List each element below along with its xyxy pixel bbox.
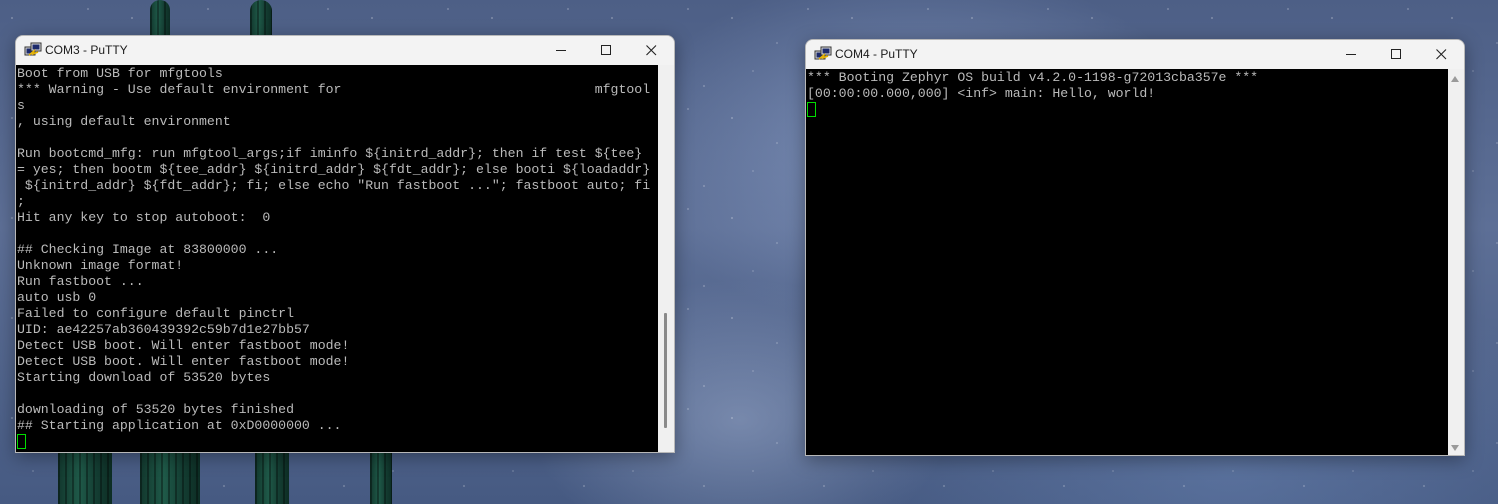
terminal-line: ${initrd_addr} ${fdt_addr}; fi; else ech…: [17, 178, 651, 193]
terminal-line: UID: ae42257ab360439392c59b7d1e27bb57: [17, 322, 310, 337]
terminal-area[interactable]: Boot from USB for mfgtools *** Warning - …: [16, 65, 658, 452]
wallpaper-cactus: [250, 0, 272, 40]
terminal-line: Run fastboot ...: [17, 274, 144, 289]
terminal-line: Detect USB boot. Will enter fastboot mod…: [17, 338, 350, 353]
terminal-line: [00:00:00.000,000] <inf> main: Hello, wo…: [807, 86, 1156, 101]
text-cursor: [807, 102, 816, 117]
terminal-line: Boot from USB for mfgtools: [17, 66, 223, 81]
terminal-line: auto usb 0: [17, 290, 97, 305]
putty-icon: [24, 42, 42, 58]
terminal-line: ## Starting application at 0xD0000000 ..…: [17, 418, 342, 433]
close-button[interactable]: [629, 36, 674, 65]
maximize-icon: [601, 45, 611, 55]
minimize-button[interactable]: [539, 36, 584, 65]
terminal-area[interactable]: *** Booting Zephyr OS build v4.2.0-1198-…: [806, 69, 1448, 455]
wallpaper-cactus: [150, 0, 170, 40]
terminal-cursor-line: [807, 102, 1258, 118]
close-icon: [1436, 49, 1447, 60]
terminal-line: Starting download of 53520 bytes: [17, 370, 271, 385]
minimize-icon: [1346, 54, 1356, 55]
title-bar[interactable]: COM4 - PuTTY: [806, 40, 1464, 69]
minimize-icon: [556, 50, 566, 51]
close-icon: [646, 45, 657, 56]
window-title: COM3 - PuTTY: [45, 43, 128, 57]
terminal-line: Unknown image format!: [17, 258, 184, 273]
putty-window-com3[interactable]: COM3 - PuTTY Boot from USB for mfgtools *…: [15, 35, 675, 453]
maximize-button[interactable]: [584, 36, 629, 65]
terminal-output: Boot from USB for mfgtools *** Warning - …: [17, 66, 650, 450]
terminal-line: , using default environment: [17, 114, 231, 129]
terminal-line: Failed to configure default pinctrl: [17, 306, 294, 321]
text-cursor: [17, 434, 26, 449]
terminal-line: downloading of 53520 bytes finished: [17, 402, 294, 417]
putty-window-com4[interactable]: COM4 - PuTTY *** Booting Zephyr OS build…: [805, 39, 1465, 456]
terminal-line: = yes; then bootm ${tee_addr} ${initrd_a…: [17, 162, 651, 177]
vertical-scrollbar[interactable]: [1448, 69, 1464, 455]
terminal-line: Detect USB boot. Will enter fastboot mod…: [17, 354, 350, 369]
title-bar[interactable]: COM3 - PuTTY: [16, 36, 674, 65]
terminal-line: *** Booting Zephyr OS build v4.2.0-1198-…: [807, 70, 1259, 85]
scrollbar-thumb[interactable]: [664, 313, 667, 428]
maximize-icon: [1391, 49, 1401, 59]
scroll-down-arrow-icon[interactable]: [1451, 445, 1459, 451]
terminal-output: *** Booting Zephyr OS build v4.2.0-1198-…: [807, 70, 1258, 118]
terminal-line: ## Checking Image at 83800000 ...: [17, 242, 279, 257]
vertical-scrollbar[interactable]: [658, 65, 674, 452]
terminal-line: Run bootcmd_mfg: run mfgtool_args;if imi…: [17, 146, 643, 161]
maximize-button[interactable]: [1374, 40, 1419, 69]
terminal-line: Hit any key to stop autoboot: 0: [17, 210, 271, 225]
close-button[interactable]: [1419, 40, 1464, 69]
scroll-up-arrow-icon[interactable]: [1451, 76, 1459, 82]
putty-icon: [814, 46, 832, 62]
terminal-line: s: [17, 98, 25, 113]
terminal-line: ;: [17, 194, 25, 209]
terminal-line: *** Warning - Use default environment fo…: [17, 82, 651, 97]
window-title: COM4 - PuTTY: [835, 47, 918, 61]
minimize-button[interactable]: [1329, 40, 1374, 69]
terminal-cursor-line: [17, 434, 650, 450]
